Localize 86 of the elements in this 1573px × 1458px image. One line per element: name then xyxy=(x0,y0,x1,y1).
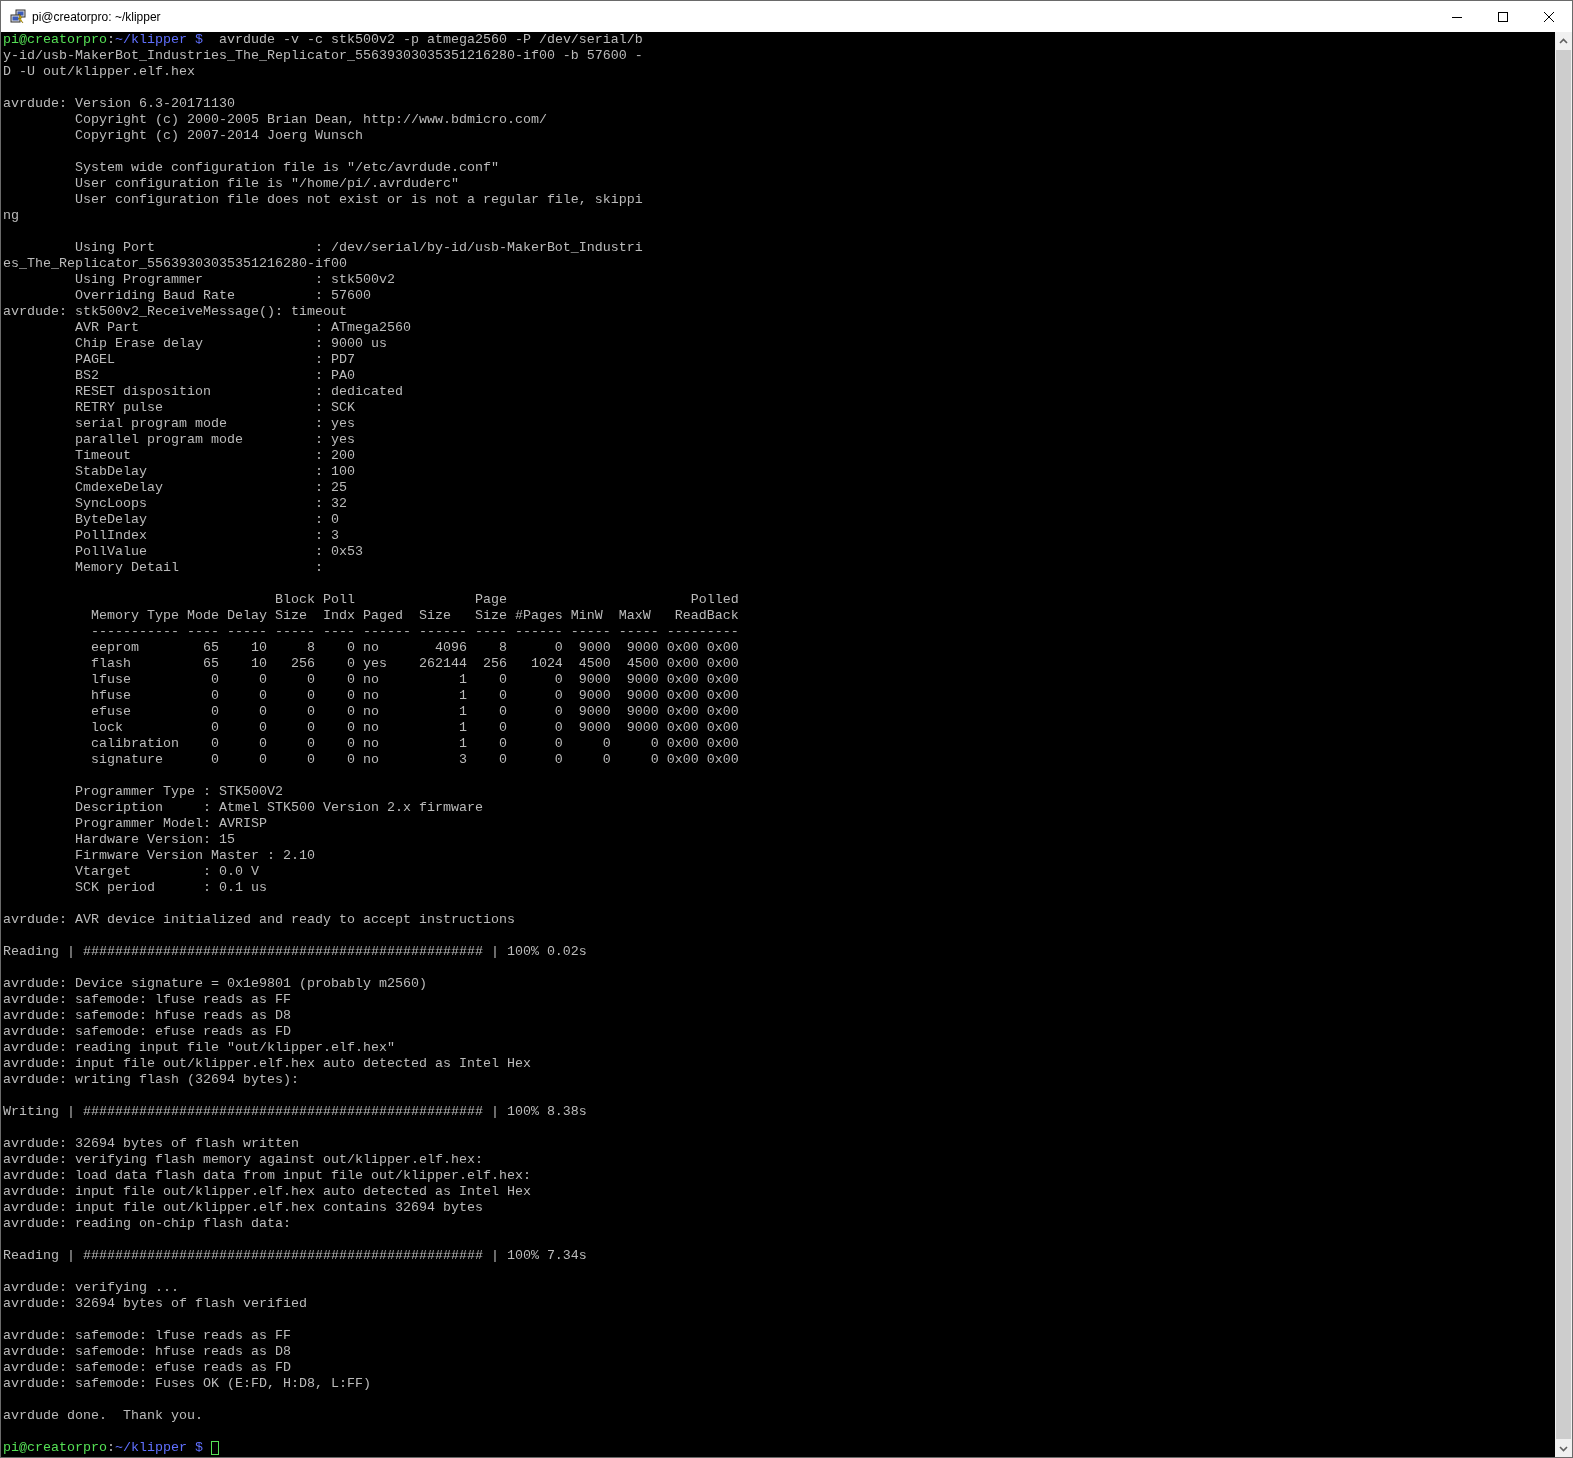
prompt-path: ~/klipper $ xyxy=(115,32,203,48)
terminal-line: avrdude: verifying flash memory against out/klipper.elf.hex: xyxy=(3,1152,483,1168)
terminal-line: RESET disposition : dedicated xyxy=(73,384,403,400)
terminal-line: Description : Atmel STK500 Version 2.x firmware xyxy=(73,800,483,816)
maximize-icon xyxy=(1498,11,1508,22)
terminal-line: es_The_Replicator_55639303035351216280-if00 xyxy=(3,256,347,272)
terminal-line: efuse 0 0 0 0 no 1 0 0 9000 9000 0x00 0x00 xyxy=(89,704,739,720)
terminal-line: D -U out/klipper.elf.hex xyxy=(3,64,195,80)
terminal-line: avrdude: safemode: hfuse reads as D8 xyxy=(3,1344,291,1360)
terminal-line: avrdude: writing flash (32694 bytes): xyxy=(3,1072,299,1088)
terminal-line: PollValue : 0x53 xyxy=(73,544,363,560)
terminal-line: Hardware Version: 15 xyxy=(73,832,235,848)
terminal-line: signature 0 0 0 0 no 3 0 0 0 0 0x00 0x00 xyxy=(89,752,739,768)
terminal-line: Chip Erase delay : 9000 us xyxy=(73,336,387,352)
terminal-line: avrdude: safemode: hfuse reads as D8 xyxy=(3,1008,291,1024)
terminal-line: CmdexeDelay : 25 xyxy=(73,480,347,496)
terminal-line: avrdude: input file out/klipper.elf.hex auto detected as Intel Hex xyxy=(3,1056,531,1072)
terminal-line: avrdude: load data flash data from input file out/klipper.elf.hex: xyxy=(3,1168,531,1184)
terminal-line: Reading | ################################################## | 100% 0.02s xyxy=(3,944,587,960)
terminal-line: SyncLoops : 32 xyxy=(73,496,347,512)
terminal-line: lock 0 0 0 0 no 1 0 0 9000 9000 0x00 0x00 xyxy=(89,720,739,736)
terminal-line: PAGEL : PD7 xyxy=(73,352,355,368)
terminal-line: SCK period : 0.1 us xyxy=(73,880,267,896)
terminal-line: PollIndex : 3 xyxy=(73,528,339,544)
chevron-up-icon xyxy=(1559,37,1568,44)
prompt-separator: : xyxy=(107,32,115,48)
terminal-line: Overriding Baud Rate : 57600 xyxy=(73,288,371,304)
computer-icon[interactable] xyxy=(10,8,26,25)
terminal-line: AVR Part : ATmega2560 xyxy=(73,320,411,336)
terminal-line: calibration 0 0 0 0 no 1 0 0 0 0 0x00 0x00 xyxy=(89,736,739,752)
terminal-line: Vtarget : 0.0 V xyxy=(73,864,259,880)
window-title: pi@creatorpro: ~/klipper xyxy=(32,9,162,24)
terminal-line: y-id/usb-MakerBot_Industries_The_Replicator_55639303035351216280-if00 -b 57600 - xyxy=(3,48,643,64)
terminal-line: Writing | ################################################## | 100% 8.38s xyxy=(3,1104,587,1120)
terminal-line: avrdude: 32694 bytes of flash verified xyxy=(3,1296,307,1312)
terminal-line: ng xyxy=(3,208,19,224)
terminal-line: avrdude: safemode: lfuse reads as FF xyxy=(3,1328,291,1344)
chevron-down-icon xyxy=(1559,1445,1568,1452)
scrollbar-thumb[interactable] xyxy=(1556,50,1571,1439)
prompt-path: ~/klipper $ xyxy=(115,1440,203,1456)
terminal-line: avrdude: reading on-chip flash data: xyxy=(3,1216,291,1232)
terminal-line: lfuse 0 0 0 0 no 1 0 0 9000 9000 0x00 0x00 xyxy=(89,672,739,688)
terminal-line: Using Programmer : stk500v2 xyxy=(73,272,395,288)
terminal-line: avrdude: safemode: lfuse reads as FF xyxy=(3,992,291,1008)
terminal-line: Copyright (c) 2000-2005 Brian Dean, http://www.bdmicro.com/ xyxy=(73,112,547,128)
terminal-line: hfuse 0 0 0 0 no 1 0 0 9000 9000 0x00 0x00 xyxy=(89,688,739,704)
terminal-line: avrdude: safemode: Fuses OK (E:FD, H:D8, L:FF) xyxy=(3,1376,371,1392)
terminal-line: Timeout : 200 xyxy=(73,448,355,464)
terminal-line: avrdude: stk500v2_ReceiveMessage(): timeout xyxy=(3,304,347,320)
terminal-line: serial program mode : yes xyxy=(73,416,355,432)
terminal-line: avrdude: reading input file "out/klipper.elf.hex" xyxy=(3,1040,395,1056)
prompt-host: pi@creatorpro xyxy=(3,32,107,48)
terminal-line: Programmer Model: AVRISP xyxy=(73,816,267,832)
terminal-line: Copyright (c) 2007-2014 Joerg Wunsch xyxy=(73,128,363,144)
terminal-line: Programmer Type : STK500V2 xyxy=(73,784,283,800)
command-text: avrdude -v -c stk500v2 -p atmega2560 -P /dev/serial/b xyxy=(218,32,643,48)
terminal-line: avrdude done. Thank you. xyxy=(3,1408,203,1424)
terminal-line: Firmware Version Master : 2.10 xyxy=(73,848,315,864)
terminal-line: RETRY pulse : SCK xyxy=(73,400,355,416)
terminal-line: ByteDelay : 0 xyxy=(73,512,339,528)
terminal-line: avrdude: Version 6.3-20171130 xyxy=(3,96,235,112)
terminal-line: Block Poll Page Polled xyxy=(273,592,739,608)
terminal-line: flash 65 10 256 0 yes 262144 256 1024 4500 4500 0x00 0x00 xyxy=(89,656,739,672)
terminal-line: Reading | ################################################## | 100% 7.34s xyxy=(3,1248,587,1264)
terminal-line: avrdude: input file out/klipper.elf.hex auto detected as Intel Hex xyxy=(3,1184,531,1200)
terminal-line: avrdude: AVR device initialized and ready to accept instructions xyxy=(3,912,515,928)
prompt-host: pi@creatorpro xyxy=(3,1440,107,1456)
terminal-line: avrdude: safemode: efuse reads as FD xyxy=(3,1360,291,1376)
terminal-line: StabDelay : 100 xyxy=(73,464,355,480)
terminal-line: User configuration file does not exist or is not a regular file, skippi xyxy=(73,192,643,208)
terminal-line: System wide configuration file is "/etc/avrdude.conf" xyxy=(73,160,499,176)
terminal-line: Memory Type Mode Delay Size Indx Paged Size Size #Pages MinW MaxW ReadBack xyxy=(89,608,739,624)
terminal-line: parallel program mode : yes xyxy=(73,432,355,448)
terminal-line: eeprom 65 10 8 0 no 4096 8 0 9000 9000 0x00 0x00 xyxy=(89,640,739,656)
close-icon xyxy=(1544,11,1554,22)
prompt-separator: : xyxy=(107,1440,115,1456)
terminal-line: Using Port : /dev/serial/by-id/usb-MakerBot_Industri xyxy=(73,240,643,256)
terminal-line: BS2 : PA0 xyxy=(73,368,355,384)
terminal-line: avrdude: input file out/klipper.elf.hex contains 32694 bytes xyxy=(3,1200,483,1216)
terminal-line: Memory Detail : xyxy=(73,560,323,576)
terminal-line: avrdude: 32694 bytes of flash written xyxy=(3,1136,299,1152)
terminal-line: avrdude: Device signature = 0x1e9801 (probably m2560) xyxy=(3,976,427,992)
terminal-line: avrdude: verifying ... xyxy=(3,1280,179,1296)
terminal-line: ----------- ---- ----- ----- ---- ------ ------ ---- ------ ----- ----- --------- xyxy=(89,624,739,640)
terminal-line: User configuration file is "/home/pi/.avrduderc" xyxy=(73,176,459,192)
terminal-line: avrdude: safemode: efuse reads as FD xyxy=(3,1024,291,1040)
